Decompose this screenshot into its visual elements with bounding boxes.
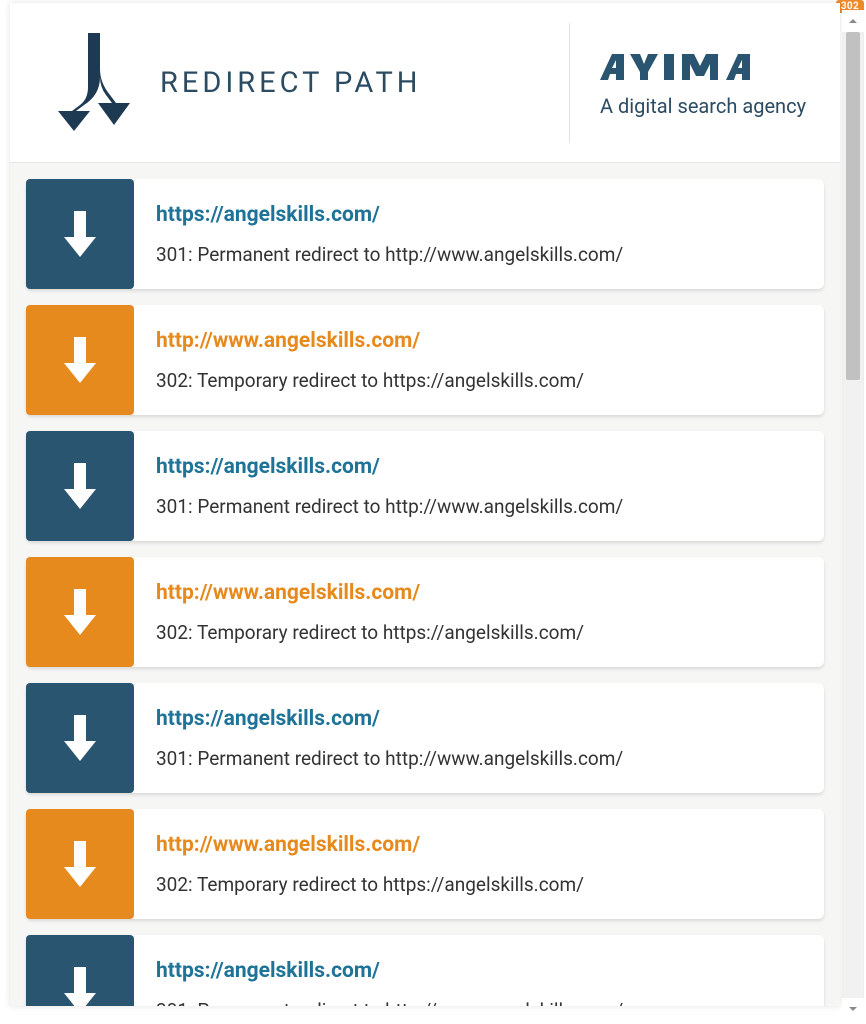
redirect-card[interactable]: http://www.angelskills.com/ 302: Tempora… xyxy=(26,305,824,415)
redirect-description: 301: Permanent redirect to http://www.an… xyxy=(156,999,802,1007)
status-box xyxy=(26,683,134,793)
vertical-scrollbar[interactable] xyxy=(842,10,864,1020)
redirect-description: 301: Permanent redirect to http://www.an… xyxy=(156,495,802,518)
status-box xyxy=(26,809,134,919)
redirect-url-link[interactable]: https://angelskills.com/ xyxy=(156,203,802,227)
redirect-url-link[interactable]: http://www.angelskills.com/ xyxy=(156,329,802,353)
redirect-path-logo-icon xyxy=(40,29,132,137)
card-body: https://angelskills.com/ 301: Permanent … xyxy=(134,179,824,289)
redirect-description: 301: Permanent redirect to http://www.an… xyxy=(156,243,802,266)
brand-block: A digital search agency xyxy=(600,48,810,118)
status-box xyxy=(26,557,134,667)
redirect-url-link[interactable]: https://angelskills.com/ xyxy=(156,707,802,731)
ayima-logo-icon xyxy=(600,48,810,88)
redirect-url-link[interactable]: https://angelskills.com/ xyxy=(156,455,802,479)
redirect-url-link[interactable]: http://www.angelskills.com/ xyxy=(156,581,802,605)
redirect-card[interactable]: https://angelskills.com/ 301: Permanent … xyxy=(26,935,824,1006)
redirect-card[interactable]: http://www.angelskills.com/ 302: Tempora… xyxy=(26,809,824,919)
card-body: https://angelskills.com/ 301: Permanent … xyxy=(134,683,824,793)
popup-header: REDIRECT PATH A digital search xyxy=(10,3,840,163)
card-body: https://angelskills.com/ 301: Permanent … xyxy=(134,431,824,541)
redirect-description: 301: Permanent redirect to http://www.an… xyxy=(156,747,802,770)
scroll-up-button[interactable] xyxy=(842,10,864,32)
status-box xyxy=(26,935,134,1006)
scroll-down-button[interactable] xyxy=(842,998,864,1020)
redirect-url-link[interactable]: https://angelskills.com/ xyxy=(156,959,802,983)
arrow-down-icon xyxy=(62,711,98,765)
redirect-url-link[interactable]: http://www.angelskills.com/ xyxy=(156,833,802,857)
status-box xyxy=(26,179,134,289)
arrow-down-icon xyxy=(62,837,98,891)
header-divider xyxy=(569,23,570,143)
redirect-description: 302: Temporary redirect to https://angel… xyxy=(156,369,802,392)
redirect-card[interactable]: https://angelskills.com/ 301: Permanent … xyxy=(26,683,824,793)
redirect-description: 302: Temporary redirect to https://angel… xyxy=(156,621,802,644)
scroll-thumb[interactable] xyxy=(846,32,860,380)
redirect-card[interactable]: https://angelskills.com/ 301: Permanent … xyxy=(26,179,824,289)
brand-tagline: A digital search agency xyxy=(600,94,806,118)
arrow-down-icon xyxy=(62,207,98,261)
extension-popup: REDIRECT PATH A digital search xyxy=(10,3,840,1006)
app-title: REDIRECT PATH xyxy=(160,66,421,100)
arrow-down-icon xyxy=(62,333,98,387)
status-box xyxy=(26,305,134,415)
redirect-card[interactable]: https://angelskills.com/ 301: Permanent … xyxy=(26,431,824,541)
arrow-down-icon xyxy=(62,459,98,513)
arrow-down-icon xyxy=(62,963,98,1006)
redirect-description: 302: Temporary redirect to https://angel… xyxy=(156,873,802,896)
scroll-track[interactable] xyxy=(842,32,864,998)
card-body: http://www.angelskills.com/ 302: Tempora… xyxy=(134,557,824,667)
card-body: http://www.angelskills.com/ 302: Tempora… xyxy=(134,305,824,415)
app-viewport: 302 REDIRECT PATH xyxy=(0,0,866,1024)
card-body: http://www.angelskills.com/ 302: Tempora… xyxy=(134,809,824,919)
card-body: https://angelskills.com/ 301: Permanent … xyxy=(134,935,824,1006)
redirect-list: https://angelskills.com/ 301: Permanent … xyxy=(10,163,840,1006)
arrow-down-icon xyxy=(62,585,98,639)
header-left: REDIRECT PATH xyxy=(40,29,539,137)
redirect-card[interactable]: http://www.angelskills.com/ 302: Tempora… xyxy=(26,557,824,667)
status-box xyxy=(26,431,134,541)
